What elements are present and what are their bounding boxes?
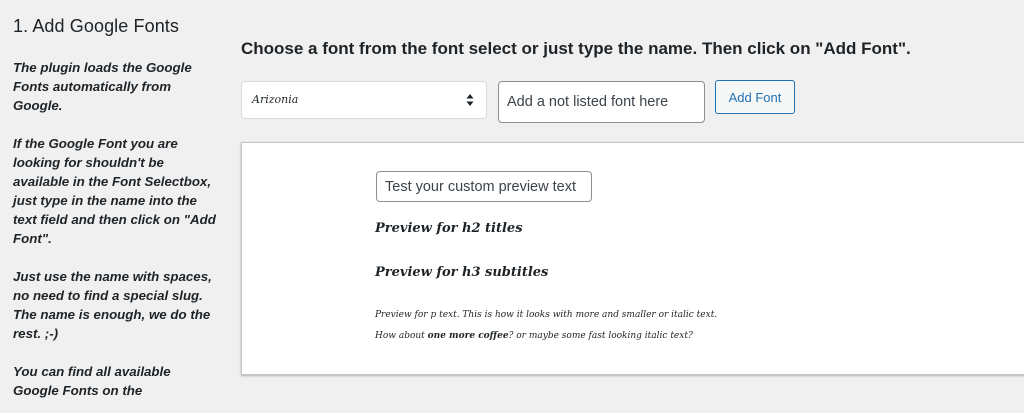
preview-text-input[interactable] bbox=[376, 171, 592, 202]
preview-paragraph-line-2: How about one more coffee? or maybe some… bbox=[375, 331, 693, 341]
preview-text-before: How about bbox=[375, 331, 428, 341]
custom-font-input[interactable] bbox=[498, 81, 705, 123]
help-paragraph-4: You can find all available Google Fonts … bbox=[13, 364, 171, 398]
preview-paragraph-line-1: Preview for p text. This is how it looks… bbox=[375, 310, 718, 320]
instructions-heading: Choose a font from the font select or ju… bbox=[241, 39, 911, 58]
add-font-button[interactable]: Add Font bbox=[715, 80, 795, 114]
preview-bold-text: one more coffee bbox=[427, 331, 509, 341]
help-paragraph-2: If the Google Font you are looking for s… bbox=[13, 136, 216, 246]
font-select[interactable]: Arizonia bbox=[241, 81, 487, 119]
preview-panel: Preview for h2 titles Preview for h3 sub… bbox=[241, 142, 1024, 375]
sidebar: 1. Add Google Fonts The plugin loads the… bbox=[13, 0, 218, 400]
preview-h3: Preview for h3 subtitles bbox=[375, 265, 549, 280]
select-arrows-icon bbox=[466, 94, 474, 106]
help-paragraph-1: The plugin loads the Google Fonts automa… bbox=[13, 60, 192, 113]
section-title: 1. Add Google Fonts bbox=[13, 16, 180, 36]
preview-h2: Preview for h2 titles bbox=[375, 221, 523, 236]
preview-text-after: ? or maybe some fast looking italic text… bbox=[508, 331, 693, 341]
font-select-value: Arizonia bbox=[252, 93, 299, 106]
help-paragraph-3: Just use the name with spaces, no need t… bbox=[13, 269, 212, 341]
